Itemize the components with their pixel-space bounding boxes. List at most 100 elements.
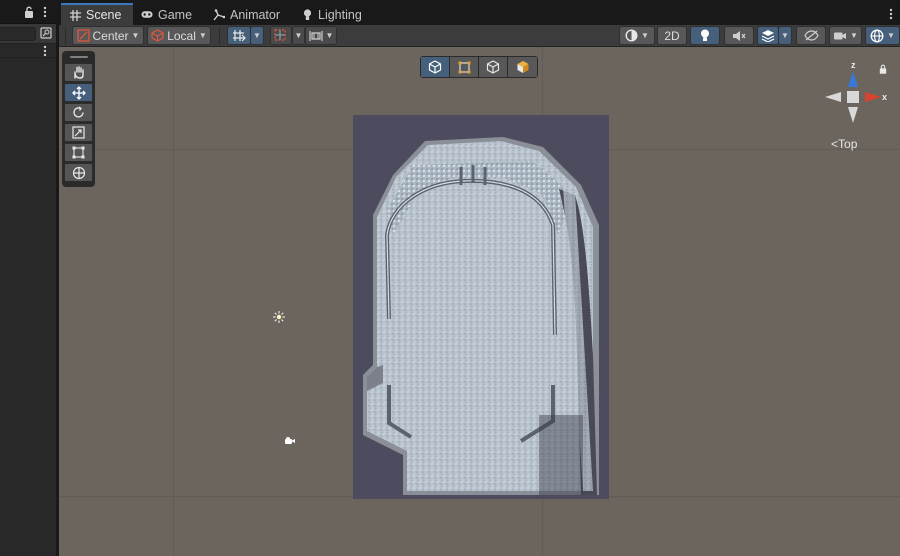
chevron-left-icon: < [831, 137, 839, 151]
pivot-space-dropdown[interactable]: Local ▼ [147, 26, 211, 45]
kebab-menu-icon[interactable] [42, 6, 48, 18]
chevron-down-icon: ▼ [887, 31, 895, 40]
hidden-objects-toggle[interactable] [796, 26, 826, 45]
overlay-drag-handle[interactable] [69, 56, 88, 58]
toggle-2d-label: 2D [664, 28, 680, 43]
sun-light-icon[interactable] [273, 311, 285, 323]
tab-game-label: Game [158, 7, 193, 22]
increment-snap-dropdown[interactable]: ▼ [292, 26, 305, 45]
gizmos-globe-icon [870, 29, 884, 42]
tools-overlay [62, 51, 95, 187]
z-axis-cone [848, 71, 858, 87]
chevron-down-icon: ▼ [253, 31, 261, 40]
hand-tool-button[interactable] [64, 63, 93, 82]
draw-mode-dropdown[interactable]: ▼ [619, 26, 655, 45]
tab-scene[interactable]: Scene [61, 3, 133, 25]
rect-select-button[interactable] [450, 57, 479, 77]
x-axis-cone [865, 92, 881, 102]
gamepad-icon [141, 9, 153, 21]
scale-tool-button[interactable] [64, 123, 93, 142]
grid-snap-icon [233, 30, 246, 42]
camera-settings-dropdown[interactable]: ▼ [829, 26, 862, 45]
camera-icon [834, 32, 847, 39]
move-tool-button[interactable] [64, 83, 93, 102]
increment-snap-icon [274, 29, 286, 41]
rotate-tool-button[interactable] [64, 103, 93, 122]
cube-solid-button[interactable] [508, 57, 537, 77]
cube-solid-icon [517, 61, 528, 73]
effects-layers-icon [761, 30, 775, 42]
gizmo-center-cube [847, 91, 859, 103]
tab-animator[interactable]: Animator [205, 4, 291, 25]
cube-wire-button[interactable] [479, 57, 508, 77]
rect-select-icon [458, 61, 470, 73]
tab-scene-label: Scene [86, 8, 122, 22]
rotate-icon [73, 106, 84, 118]
scene-lighting-toggle[interactable] [690, 26, 720, 45]
chevron-down-icon: ▼ [641, 31, 649, 40]
camera-gizmo-icon[interactable] [284, 436, 296, 446]
chevron-down-icon: ▼ [294, 31, 303, 40]
scene-audio-toggle[interactable] [724, 26, 754, 45]
animator-icon [213, 8, 225, 21]
transform-icon [72, 166, 85, 179]
gizmo-axis-z-label: z [851, 60, 856, 70]
cube-wire-icon [486, 60, 500, 74]
lightbulb-icon [301, 8, 313, 21]
rect-tool-button[interactable] [64, 143, 93, 162]
cube-outline-button[interactable] [421, 57, 450, 77]
eye-slash-icon [803, 30, 819, 41]
tab-game[interactable]: Game [133, 4, 205, 25]
view-options-overlay [420, 56, 538, 78]
shading-mode-icon [625, 29, 638, 42]
snap-grid-dropdown[interactable]: ▼ [250, 26, 264, 45]
view-orientation-label[interactable]: <Top [831, 137, 857, 151]
lightbulb-icon [701, 29, 709, 41]
chevron-down-icon: ▼ [198, 31, 207, 40]
pivot-mode-dropdown[interactable]: Center ▼ [72, 26, 144, 45]
pivot-icon [76, 29, 90, 42]
move-arrows-icon [71, 85, 86, 100]
hierarchy-tabbar [0, 0, 56, 24]
hierarchy-search-input[interactable] [0, 27, 36, 41]
hierarchy-panel [0, 0, 57, 556]
local-space-icon [151, 29, 164, 42]
transform-tool-button[interactable] [64, 163, 93, 182]
chevron-down-icon: ▼ [325, 31, 334, 40]
chevron-down-icon: ▼ [781, 31, 789, 40]
toggle-2d-button[interactable]: 2D [657, 26, 687, 45]
pivot-mode-label: Center [92, 28, 129, 43]
tab-lighting[interactable]: Lighting [293, 4, 373, 25]
align-tools-dropdown[interactable]: ▼ [305, 26, 337, 45]
scene-viewport[interactable]: z x <Top [59, 47, 900, 556]
kebab-menu-icon[interactable] [888, 8, 894, 20]
lock-icon[interactable] [24, 6, 34, 18]
gizmos-dropdown[interactable]: ▼ [865, 26, 900, 45]
gizmo-lock-icon[interactable] [879, 64, 887, 74]
neg-x-axis-cone [825, 92, 841, 102]
scale-icon [72, 126, 85, 139]
pivot-space-label: Local [167, 28, 196, 43]
view-orientation-text: Top [838, 137, 858, 151]
grid-icon [69, 9, 81, 21]
row-menu-icon[interactable] [42, 45, 48, 57]
scene-toolbar: Center ▼ Local ▼ ▼ ▼ ▼ ▼ 2D ▼ ▼ ▼ [59, 25, 900, 47]
cube-outline-icon [428, 60, 442, 74]
level-mesh[interactable] [353, 115, 609, 499]
align-icon [308, 30, 323, 41]
chevron-down-icon: ▼ [131, 31, 140, 40]
hierarchy-row[interactable] [0, 44, 56, 58]
tab-animator-label: Animator [230, 7, 281, 22]
window-tabbar: Scene Game Animator Lighting [59, 0, 900, 25]
effects-toggle[interactable] [757, 26, 779, 45]
effects-dropdown[interactable]: ▼ [778, 26, 792, 45]
snap-grid-button[interactable] [227, 26, 251, 45]
tab-lighting-label: Lighting [318, 7, 362, 22]
increment-snap-button[interactable] [270, 26, 292, 45]
chevron-down-icon: ▼ [850, 31, 858, 40]
search-options-icon[interactable] [40, 27, 52, 39]
rect-transform-icon [72, 146, 85, 159]
audio-muted-icon [733, 30, 746, 41]
hierarchy-toolbar [0, 24, 56, 44]
gizmo-axis-x-label: x [882, 92, 887, 102]
